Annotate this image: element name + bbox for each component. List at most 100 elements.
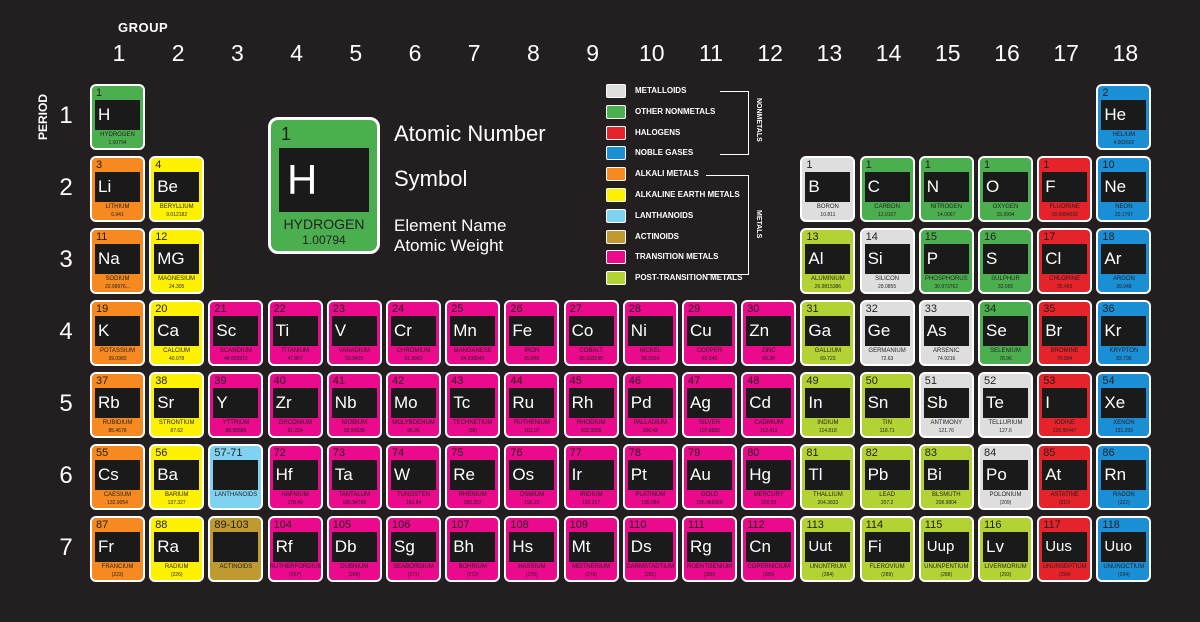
element-cell[interactable]: 32 Ge GERMANIUM 72.63 — [859, 300, 915, 366]
element-cell[interactable]: 40 Zr ZIRCONIUM 91.224 — [267, 372, 323, 438]
element-cell[interactable]: 80 Hg MERCURY 200.59 — [741, 444, 797, 510]
element-cell[interactable]: 1 C CARBON 12.0107 — [859, 156, 915, 222]
element-cell[interactable]: 109 Mt MEITNERIUM (276) — [563, 516, 619, 582]
element-cell[interactable]: 115 Uup UNUNPENTIUM (288) — [918, 516, 974, 582]
element-cell[interactable]: 35 Br BROMINE 79.904 — [1037, 300, 1093, 366]
element-cell[interactable]: 39 Y YTTRIUM 88.90585 — [208, 372, 264, 438]
element-cell[interactable]: 33 As ARSENIC 74.9216 — [918, 300, 974, 366]
element-atomic-number: 52 — [984, 375, 997, 387]
element-cell[interactable]: 15 P PHOSPHORUS 30.973762 — [918, 228, 974, 294]
element-symbol: Uut — [805, 532, 851, 562]
element-cell[interactable]: 1 H HYDROGEN 1.00794 — [90, 84, 145, 150]
element-cell[interactable]: 110 Ds DARMSTADTIUM (281) — [622, 516, 678, 582]
element-cell[interactable]: 83 Bi BLSMUTH 208.9804 — [918, 444, 974, 510]
element-symbol: K — [95, 316, 140, 346]
element-cell[interactable]: 43 Tc TECHNETIUM (98) — [445, 372, 501, 438]
element-cell[interactable]: 79 Au GOLD 196.966569 — [682, 444, 737, 510]
element-cell[interactable]: 44 Ru RUTHENIUM 101.07 — [504, 372, 560, 438]
element-cell[interactable]: 116 Lv LIVERMORIUM (293) — [978, 516, 1033, 582]
element-cell[interactable]: 50 Sn TIN 118.71 — [859, 372, 915, 438]
element-cell[interactable]: 12 MG MAGNESIUM 24.305 — [149, 228, 205, 294]
element-cell[interactable]: 84 Po POLONIUM (209) — [978, 444, 1033, 510]
group-number: 16 — [994, 40, 1020, 66]
element-cell[interactable]: 20 Ca CALCIUM 40.078 — [149, 300, 205, 366]
element-cell[interactable]: 26 Fe IRON 55.845 — [504, 300, 560, 366]
element-symbol: Hs — [509, 532, 555, 562]
element-cell[interactable]: 19 K POTASSIUM 39.0983 — [90, 300, 145, 366]
element-name: CALCIUM — [163, 348, 191, 354]
element-cell[interactable]: 88 Ra RADIUM (226) — [149, 516, 205, 582]
element-cell[interactable]: 17 Cl CHLORINE 35.453 — [1037, 228, 1093, 294]
element-cell[interactable]: 3 Li LITHIUM 6.941 — [90, 156, 145, 222]
element-cell[interactable]: 112 Cn COPERNICIUM (285) — [741, 516, 797, 582]
element-cell[interactable]: 52 Te TELLURIUM 127.6 — [978, 372, 1033, 438]
element-cell[interactable]: 1 B BORON 10.811 — [800, 156, 856, 222]
element-cell[interactable]: 14 Si SILICON 28.0855 — [859, 228, 915, 294]
period-number: 5 — [59, 390, 73, 417]
element-cell[interactable]: 87 Fr FRANCIUM (223) — [90, 516, 145, 582]
element-cell[interactable]: 114 Fi FLEROVIUM (289) — [859, 516, 915, 582]
element-cell[interactable]: 4 Be BERYLLIUM 9.012182 — [149, 156, 205, 222]
element-cell[interactable]: 1 N NITROGEN 14.0067 — [918, 156, 974, 222]
element-cell[interactable]: 74 W TUNGSTEN 183.84 — [386, 444, 441, 510]
element-cell[interactable]: 41 Nb NIOBIUM 92.90638 — [326, 372, 382, 438]
element-cell[interactable]: 21 Sc SCANDIUM 44.955912 — [208, 300, 264, 366]
element-cell[interactable]: 113 Uut UNUNTRIUM (284) — [800, 516, 856, 582]
element-cell[interactable]: 104 Rf RUTHERFORDIUM (267) — [267, 516, 323, 582]
element-cell[interactable]: 57-71 LANTHANOIDS — [208, 444, 264, 510]
element-cell[interactable]: 46 Pd PALLADIUM 106.42 — [622, 372, 678, 438]
element-cell[interactable]: 27 Co COBALT 58.933195 — [563, 300, 619, 366]
element-cell[interactable]: 56 Ba BARIUM 137.327 — [149, 444, 205, 510]
element-cell[interactable]: 81 Tl THALLIUM 204.3833 — [800, 444, 856, 510]
element-cell[interactable]: 11 Na SODIUM 22.98976... — [90, 228, 145, 294]
element-cell[interactable]: 73 Ta TANTALUM 180.94788 — [326, 444, 382, 510]
element-cell[interactable]: 89-103 ACTINOIDS — [208, 516, 264, 582]
element-cell[interactable]: 53 I IODINE 126.90447 — [1037, 372, 1093, 438]
element-cell[interactable]: 108 Hs HASSIUM (270) — [504, 516, 560, 582]
element-cell[interactable]: 75 Re RHENIUM 186.207 — [445, 444, 501, 510]
element-cell[interactable]: 82 Pb LEAD 207.2 — [859, 444, 915, 510]
element-atomic-number: 17 — [1043, 231, 1056, 243]
element-cell[interactable]: 37 Rb RUBIDIUM 85.4678 — [90, 372, 145, 438]
element-cell[interactable]: 36 Kr KRYPTON 83.798 — [1096, 300, 1152, 366]
element-cell[interactable]: 76 Os OSMIUM 190.23 — [504, 444, 560, 510]
element-atomic-number: 1 — [1043, 159, 1050, 171]
element-cell[interactable]: 118 Uuo UNUNOCTIUM (294) — [1096, 516, 1152, 582]
element-cell[interactable]: 45 Rh RHODIUM 102.9055 — [563, 372, 619, 438]
element-cell[interactable]: 34 Se SELENIUM 78.96 — [978, 300, 1033, 366]
element-cell[interactable]: 111 Rg ROENTGENIUM (280) — [682, 516, 737, 582]
element-cell[interactable]: 22 Ti TITANIUM 47.867 — [267, 300, 323, 366]
element-cell[interactable]: 51 Sb ANTIMONY 121.76 — [918, 372, 974, 438]
element-cell[interactable]: 86 Rn RADON (222) — [1096, 444, 1152, 510]
element-cell[interactable]: 31 Ga GALLIUM 69.723 — [800, 300, 856, 366]
element-cell[interactable]: 1 F FLUORINE 18.9984032 — [1037, 156, 1093, 222]
element-cell[interactable]: 25 Mn MANGANESE 54.938045 — [445, 300, 501, 366]
element-atomic-number: 22 — [273, 303, 286, 315]
element-cell[interactable]: 30 Zn ZINC 65.38 — [741, 300, 797, 366]
element-cell[interactable]: 47 Ag SILVER 107.8682 — [682, 372, 737, 438]
element-cell[interactable]: 72 Hf HAFNIUM 178.49 — [267, 444, 323, 510]
element-cell[interactable]: 38 Sr STRONTIUM 87.62 — [149, 372, 205, 438]
element-cell[interactable]: 55 Cs CAESIUM 132.9054 — [90, 444, 145, 510]
element-cell[interactable]: 28 Ni NICKEL 58.6934 — [622, 300, 678, 366]
element-cell[interactable]: 77 Ir IRIDIUM 192.217 — [563, 444, 619, 510]
element-cell[interactable]: 2 He HELIUM 4.002602 — [1096, 84, 1152, 150]
element-cell[interactable]: 78 Pt PLATINUM 195.084 — [622, 444, 678, 510]
element-cell[interactable]: 107 Bh BOHRIUM (272) — [445, 516, 501, 582]
element-cell[interactable]: 117 Uus UNUNSEPTIUM (294) — [1037, 516, 1093, 582]
element-cell[interactable]: 105 Db DUBNIUM (268) — [326, 516, 382, 582]
element-cell[interactable]: 13 Al ALUMINIUM 26.9815386 — [800, 228, 856, 294]
element-cell[interactable]: 1 O OXYGEN 15.9994 — [978, 156, 1033, 222]
element-cell[interactable]: 29 Cu COPPER 63.546 — [682, 300, 737, 366]
element-cell[interactable]: 106 Sg SEABORGIUM (271) — [386, 516, 441, 582]
element-cell[interactable]: 10 Ne NEON 20.1797 — [1096, 156, 1152, 222]
element-cell[interactable]: 54 Xe XENON 131.293 — [1096, 372, 1152, 438]
element-cell[interactable]: 42 Mo MOLYBDENUM 95.96 — [386, 372, 441, 438]
element-cell[interactable]: 48 Cd CADMIUM 112.411 — [741, 372, 797, 438]
element-cell[interactable]: 49 In INDIUM 114.818 — [800, 372, 856, 438]
element-cell[interactable]: 18 Ar ARGON 39.948 — [1096, 228, 1152, 294]
element-cell[interactable]: 85 At ASTATINE (210) — [1037, 444, 1093, 510]
element-cell[interactable]: 16 S SULPHUR 32.065 — [978, 228, 1033, 294]
element-cell[interactable]: 23 V VANADIUM 50.9415 — [326, 300, 382, 366]
element-cell[interactable]: 24 Cr CHROMIUM 51.9961 — [386, 300, 441, 366]
